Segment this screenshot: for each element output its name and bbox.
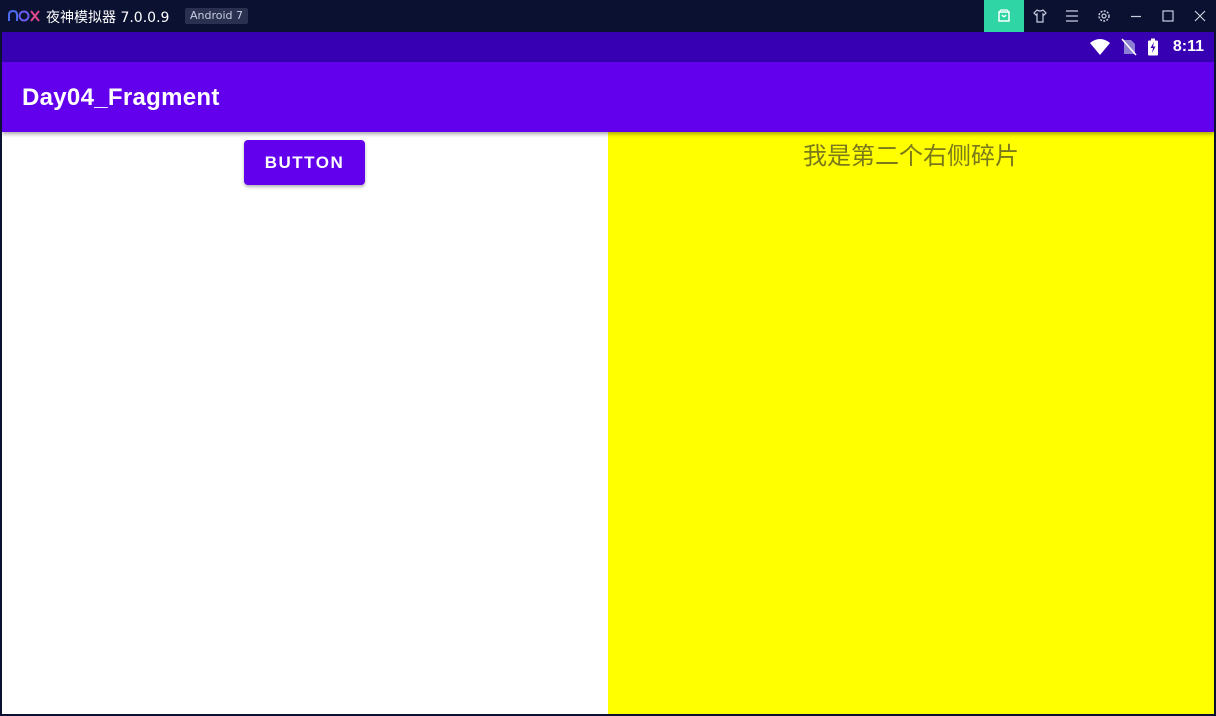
battery-charging-icon — [1147, 38, 1158, 56]
device-screen: 8:11 Day04_Fragment BUTTON 我是第二个右侧碎片 — [2, 32, 1214, 714]
android-version-badge: Android 7 — [185, 8, 249, 24]
store-icon — [998, 9, 1010, 22]
maximize-icon — [1162, 10, 1174, 22]
settings-button[interactable] — [1088, 0, 1120, 32]
minimize-button[interactable] — [1120, 0, 1152, 32]
right-fragment: 我是第二个右侧碎片 — [608, 132, 1214, 714]
maximize-button[interactable] — [1152, 0, 1184, 32]
store-button[interactable] — [984, 0, 1024, 32]
right-fragment-text: 我是第二个右侧碎片 — [803, 142, 1019, 170]
menu-icon — [1066, 10, 1078, 22]
close-icon — [1194, 10, 1206, 22]
switch-fragment-button[interactable]: BUTTON — [244, 140, 365, 185]
wifi-icon — [1089, 39, 1110, 55]
shirt-icon — [1033, 9, 1047, 23]
settings-icon — [1098, 10, 1110, 22]
theme-button[interactable] — [1024, 0, 1056, 32]
emulator-title: 夜神模拟器 7.0.0.9 — [46, 10, 170, 26]
fragment-container: BUTTON 我是第二个右侧碎片 — [2, 132, 1214, 714]
no-sim-icon — [1121, 38, 1137, 56]
close-button[interactable] — [1184, 0, 1216, 32]
app-title: Day04_Fragment — [22, 84, 220, 111]
left-fragment: BUTTON — [2, 132, 608, 714]
menu-button[interactable] — [1056, 0, 1088, 32]
status-bar: 8:11 — [2, 32, 1214, 62]
emulator-titlebar: 夜神模拟器 7.0.0.9 Android 7 — [0, 0, 1216, 32]
app-bar: Day04_Fragment — [2, 62, 1214, 132]
status-clock: 8:11 — [1172, 38, 1204, 55]
nox-logo-icon — [8, 8, 40, 24]
minimize-icon — [1131, 15, 1141, 18]
